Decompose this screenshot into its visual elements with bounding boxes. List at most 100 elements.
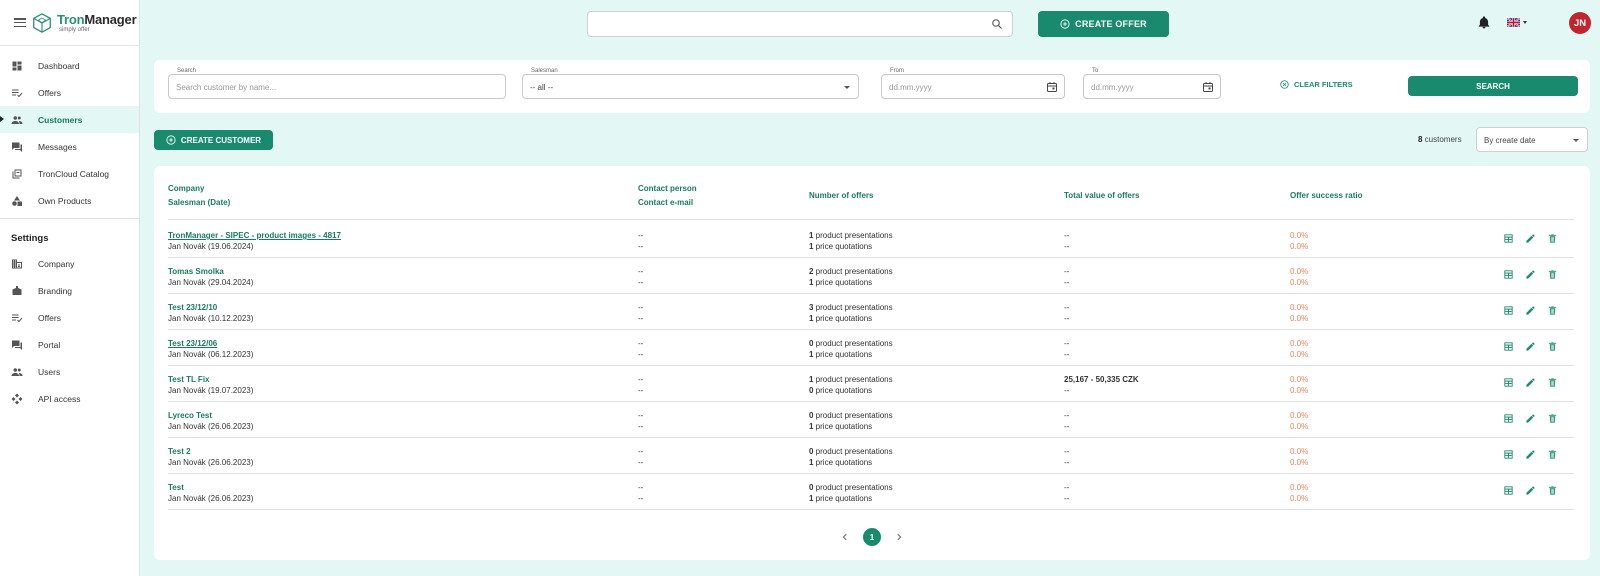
edit-button[interactable] (1525, 485, 1536, 496)
logo[interactable]: TronManager simply offer (57, 13, 137, 33)
value-cell: -- -- (1064, 410, 1069, 432)
customer-search-field[interactable]: Search Search customer by name... (168, 68, 506, 99)
topbar: CREATE OFFER JN (140, 0, 1600, 46)
sidebar-item-label: Company (38, 258, 75, 269)
delete-button[interactable] (1547, 269, 1558, 280)
delete-button[interactable] (1547, 233, 1558, 244)
column-header-ratio[interactable]: Offer success ratio (1290, 189, 1362, 203)
edit-button[interactable] (1525, 269, 1536, 280)
delete-button[interactable] (1547, 377, 1558, 388)
calendar-icon[interactable] (1046, 81, 1058, 93)
hamburger-menu-icon[interactable] (14, 18, 26, 27)
bell-icon[interactable] (1477, 15, 1491, 30)
contact-email: -- (638, 314, 644, 323)
sidebar-item-branding[interactable]: Branding (0, 277, 139, 304)
column-header-company[interactable]: Company (168, 182, 204, 196)
sidebar: TronManager simply offer Dashboard Offers… (0, 0, 140, 576)
column-header-offers[interactable]: Number of offers (809, 189, 873, 203)
delete-button[interactable] (1547, 341, 1558, 352)
prev-page-button[interactable] (840, 532, 850, 542)
company-link[interactable]: Test (168, 482, 253, 493)
sidebar-item-customers[interactable]: Customers (0, 106, 139, 133)
create-offer-label: CREATE OFFER (1075, 19, 1147, 29)
delete-button[interactable] (1547, 413, 1558, 424)
edit-button[interactable] (1525, 305, 1536, 316)
contact-email: -- (638, 350, 644, 359)
ratio-cell: 0.0% 0.0% (1290, 374, 1308, 396)
table-view-icon (1504, 342, 1513, 351)
sidebar-item-offers[interactable]: Offers (0, 304, 139, 331)
presentations-label: product presentations (813, 231, 893, 240)
building-icon (11, 258, 23, 270)
sidebar-item-users[interactable]: Users (0, 358, 139, 385)
sidebar-item-label: Offers (38, 312, 61, 323)
company-link[interactable]: Test 2 (168, 446, 253, 457)
view-offers-button[interactable] (1503, 341, 1514, 352)
trash-icon (1548, 450, 1557, 459)
edit-button[interactable] (1525, 449, 1536, 460)
column-header-contact-email[interactable]: Contact e-mail (638, 196, 693, 210)
view-offers-button[interactable] (1503, 305, 1514, 316)
column-header-contact-person[interactable]: Contact person (638, 182, 697, 196)
clear-filters-button[interactable]: CLEAR FILTERS (1280, 80, 1353, 89)
presentations-label: product presentations (813, 447, 893, 456)
create-customer-button[interactable]: CREATE CUSTOMER (154, 130, 273, 150)
sidebar-item-own-products[interactable]: Own Products (0, 187, 139, 214)
company-link[interactable]: Test 23/12/06 (168, 338, 253, 349)
page-number-current[interactable]: 1 (863, 528, 881, 546)
salesman-select-value: -- all -- (530, 83, 554, 92)
calendar-icon[interactable] (1202, 81, 1214, 93)
search-icon[interactable] (991, 18, 1003, 30)
sidebar-item-messages[interactable]: Messages (0, 133, 139, 160)
view-offers-button[interactable] (1503, 413, 1514, 424)
sidebar-item-troncloud-catalog[interactable]: TronCloud Catalog (0, 160, 139, 187)
sidebar-item-offers[interactable]: Offers (0, 79, 139, 106)
view-offers-button[interactable] (1503, 449, 1514, 460)
to-date-field[interactable]: To dd.mm.yyyy (1083, 68, 1221, 99)
search-button[interactable]: SEARCH (1408, 76, 1578, 96)
sidebar-item-api-access[interactable]: API access (0, 385, 139, 412)
trash-icon (1548, 306, 1557, 315)
sidebar-item-company[interactable]: Company (0, 250, 139, 277)
view-offers-button[interactable] (1503, 269, 1514, 280)
company-link[interactable]: Test 23/12/10 (168, 302, 253, 313)
logo-cube-icon (33, 12, 51, 33)
sidebar-item-dashboard[interactable]: Dashboard (0, 52, 139, 79)
company-link[interactable]: Test TL Fix (168, 374, 253, 385)
company-link[interactable]: Tomas Smolka (168, 266, 253, 277)
presentations-count: 3 product presentations (809, 302, 893, 313)
column-header-value[interactable]: Total value of offers (1064, 189, 1139, 203)
column-header-salesman[interactable]: Salesman (Date) (168, 196, 230, 210)
edit-button[interactable] (1525, 413, 1536, 424)
company-link[interactable]: Lyreco Test (168, 410, 253, 421)
user-avatar[interactable]: JN (1569, 12, 1591, 34)
next-page-button[interactable] (894, 532, 904, 542)
quotations-count: 1 price quotations (809, 457, 893, 468)
company-cell: Test Jan Novák (26.06.2023) (168, 482, 253, 504)
edit-button[interactable] (1525, 377, 1536, 388)
salesman-select[interactable]: Salesman -- all -- (522, 68, 859, 99)
delete-button[interactable] (1547, 449, 1558, 460)
trash-icon (1548, 234, 1557, 243)
quotations-count: 0 price quotations (809, 385, 893, 396)
view-offers-button[interactable] (1503, 485, 1514, 496)
delete-button[interactable] (1547, 485, 1558, 496)
create-offer-button[interactable]: CREATE OFFER (1038, 11, 1169, 37)
sort-select-value: By create date (1484, 136, 1536, 145)
language-dropdown-caret-icon[interactable] (1523, 21, 1527, 24)
view-offers-button[interactable] (1503, 233, 1514, 244)
global-search-input[interactable] (587, 11, 1013, 37)
success-ratio-secondary: 0.0% (1290, 278, 1309, 287)
ratio-cell: 0.0% 0.0% (1290, 266, 1308, 288)
from-date-field[interactable]: From dd.mm.yyyy (881, 68, 1065, 99)
edit-button[interactable] (1525, 341, 1536, 352)
sort-select[interactable]: By create date (1476, 127, 1588, 152)
view-offers-button[interactable] (1503, 377, 1514, 388)
company-link[interactable]: TronManager - SIPEC - product images - 4… (168, 230, 341, 241)
sidebar-item-portal[interactable]: Portal (0, 331, 139, 358)
uk-flag-icon[interactable] (1507, 18, 1520, 27)
ratio-cell: 0.0% 0.0% (1290, 410, 1308, 432)
edit-button[interactable] (1525, 233, 1536, 244)
success-ratio-secondary: 0.0% (1290, 242, 1309, 251)
delete-button[interactable] (1547, 305, 1558, 316)
